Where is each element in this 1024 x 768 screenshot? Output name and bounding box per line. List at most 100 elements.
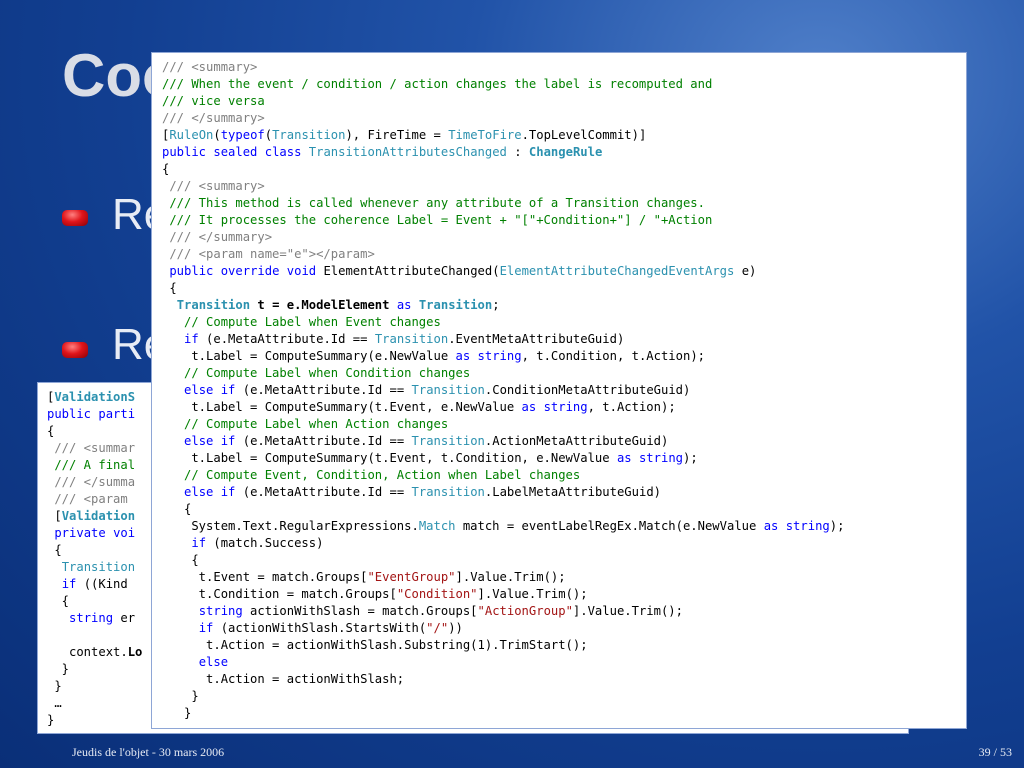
code-token: public — [47, 407, 92, 421]
code-line: } — [162, 688, 844, 705]
code-token: (e.MetaAttribute.Id == — [235, 434, 412, 448]
code-token: public — [162, 145, 207, 159]
code-line: else if (e.MetaAttribute.Id == Transitio… — [162, 433, 844, 450]
code-line: if ((Kind — [47, 576, 142, 593]
code-line: /// </summa — [47, 474, 142, 491]
code-line: } — [47, 661, 142, 678]
code-token: ].Value.Trim(); — [572, 604, 683, 618]
code-token: string — [638, 451, 683, 465]
code-token: as — [521, 400, 537, 414]
code-token: .ActionMetaAttributeGuid) — [484, 434, 669, 448]
code-token: Transition — [411, 434, 485, 448]
code-line: { — [47, 593, 142, 610]
code-token: if — [184, 332, 199, 346]
code-token: string — [69, 611, 114, 625]
code-token: )) — [448, 621, 463, 635]
code-token: System.Text.RegularExpressions. — [162, 519, 419, 533]
code-token: void — [286, 264, 317, 278]
code-token: RuleOn — [169, 128, 214, 142]
code-line: … — [47, 695, 142, 712]
code-line: // Compute Event, Condition, Action when… — [162, 467, 844, 484]
code-line: /// It processes the coherence Label = E… — [162, 212, 844, 229]
code-token: Transition — [411, 383, 485, 397]
code-token: t.Label = ComputeSummary(t.Event, e.NewV… — [162, 400, 522, 414]
code-line: [ValidationS — [47, 389, 142, 406]
front-code-lines: /// <summary> /// When the event / condit… — [162, 59, 844, 722]
code-token: public — [169, 264, 214, 278]
code-line: System.Text.RegularExpressions.Match mat… — [162, 518, 844, 535]
code-token: .TopLevelCommit)] — [521, 128, 647, 142]
code-token: (match.Success) — [206, 536, 324, 550]
code-token: ); — [683, 451, 698, 465]
code-line: { — [162, 280, 844, 297]
code-token: } — [162, 706, 192, 720]
code-line: } — [162, 705, 844, 722]
code-line: { — [162, 161, 844, 178]
code-token: context. — [47, 645, 128, 659]
code-token: Transition — [374, 332, 449, 346]
code-token: , t.Action); — [587, 400, 676, 414]
code-token: ); — [829, 519, 845, 533]
code-token: /// <summar — [47, 441, 136, 455]
code-token: ( — [213, 128, 221, 142]
code-line: t.Condition = match.Groups["Condition"].… — [162, 586, 844, 603]
code-token: if — [220, 434, 236, 448]
code-token: Transition — [418, 298, 493, 312]
bullet-marker-icon — [62, 342, 88, 358]
code-line: /// </summary> — [162, 110, 844, 127]
code-line: t.Label = ComputeSummary(t.Event, t.Cond… — [162, 450, 844, 467]
code-line: else if (e.MetaAttribute.Id == Transitio… — [162, 382, 844, 399]
code-line: // Compute Label when Condition changes — [162, 365, 844, 382]
code-token: t.Action = actionWithSlash.Substring(1).… — [162, 638, 588, 652]
code-token: t.Condition = match.Groups[ — [162, 587, 397, 601]
code-line: /// <summary> — [162, 59, 844, 76]
code-token: { — [162, 502, 192, 516]
code-token: /// <param — [47, 492, 136, 506]
code-line: t.Action = actionWithSlash.Substring(1).… — [162, 637, 844, 654]
code-line: public override void ElementAttributeCha… — [162, 263, 844, 280]
code-token: typeof — [220, 128, 265, 142]
code-line: if (match.Success) — [162, 535, 844, 552]
code-line: if (actionWithSlash.StartsWith("/")) — [162, 620, 844, 637]
code-line: Transition — [47, 559, 142, 576]
code-token: (e.MetaAttribute.Id == — [235, 485, 412, 499]
code-token: ), FireTime = — [345, 128, 449, 142]
code-token: match = eventLabelRegEx.Match(e.NewValue — [455, 519, 764, 533]
code-token: else — [184, 485, 214, 499]
code-token: /// When the event / condition / action … — [162, 77, 713, 91]
code-token: Transition — [411, 485, 485, 499]
code-token: else — [198, 655, 229, 669]
footer-event-label: Jeudis de l'objet - 30 mars 2006 — [72, 745, 225, 759]
code-token: "Condition" — [396, 587, 478, 601]
code-token: Match — [418, 519, 456, 533]
code-line: /// <param — [47, 491, 142, 508]
code-token: // Compute Label when Condition changes — [162, 366, 471, 380]
code-token: /// </summary> — [162, 230, 273, 244]
code-line: [Validation — [47, 508, 142, 525]
code-line: context.Lo — [47, 644, 142, 661]
code-token: // Compute Label when Action changes — [162, 417, 449, 431]
code-token: /// This method is called whenever any a… — [162, 196, 705, 210]
code-token: } — [162, 689, 199, 703]
code-token: ChangeRule — [528, 145, 603, 159]
code-token: (actionWithSlash.StartsWith( — [213, 621, 427, 635]
code-line: else if (e.MetaAttribute.Id == Transitio… — [162, 484, 844, 501]
code-line: public parti — [47, 406, 142, 423]
code-token: ElementAttributeChangedEventArgs — [499, 264, 735, 278]
code-line: private voi — [47, 525, 142, 542]
code-line: Transition t = e.ModelElement as Transit… — [162, 297, 844, 314]
code-line: /// </summary> — [162, 229, 844, 246]
code-token: "ActionGroup" — [477, 604, 573, 618]
code-line: /// <summary> — [162, 178, 844, 195]
code-token: // Compute Label when Event changes — [162, 315, 441, 329]
